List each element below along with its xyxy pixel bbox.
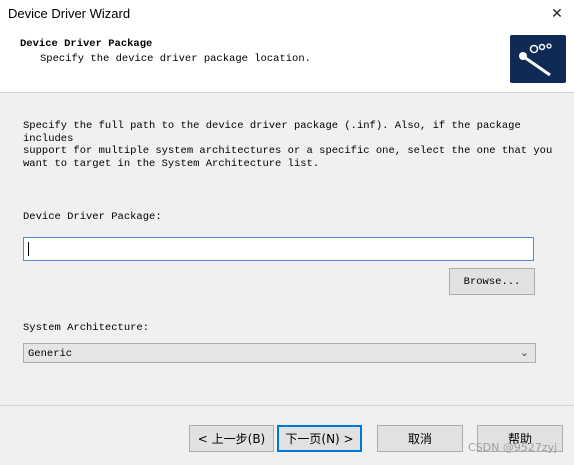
browse-button[interactable]: Browse...	[449, 268, 535, 295]
next-button[interactable]: 下一页(N) >	[277, 425, 362, 452]
back-button[interactable]: < 上一步(B)	[189, 425, 274, 452]
package-path-input[interactable]	[23, 237, 534, 261]
footer-divider	[0, 405, 574, 406]
cancel-button[interactable]: 取消	[377, 425, 463, 452]
page-subtitle: Specify the device driver package locati…	[40, 53, 311, 65]
page-title: Device Driver Package	[20, 38, 153, 50]
text-caret	[28, 242, 29, 256]
chevron-down-icon: ⌄	[519, 347, 529, 359]
driver-wizard-logo-icon	[510, 35, 566, 83]
architecture-label: System Architecture:	[23, 322, 150, 334]
title-bar: Device Driver Wizard ✕	[0, 0, 574, 26]
window-title: Device Driver Wizard	[8, 6, 131, 21]
wizard-header: Device Driver Package Specify the device…	[0, 26, 574, 93]
wizard-body: Specify the full path to the device driv…	[0, 93, 574, 405]
instructions-text: Specify the full path to the device driv…	[23, 120, 553, 170]
watermark-text: CSDN @9527zyj	[468, 441, 558, 454]
package-label: Device Driver Package:	[23, 211, 162, 223]
architecture-selected-value: Generic	[28, 348, 73, 360]
architecture-select[interactable]: Generic ⌄	[23, 343, 536, 363]
close-icon[interactable]: ✕	[546, 3, 568, 23]
